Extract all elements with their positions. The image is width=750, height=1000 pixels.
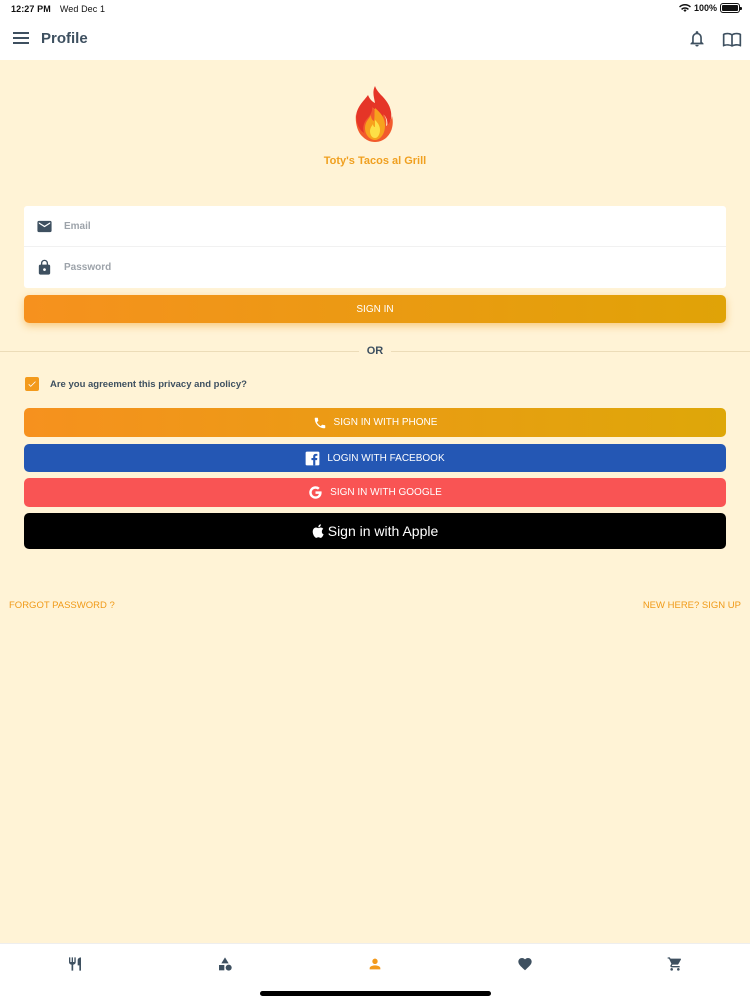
heart-icon[interactable] [517, 956, 533, 972]
status-bar: 12:27 PM Wed Dec 1 100% [0, 0, 750, 18]
home-indicator [260, 991, 491, 996]
mail-icon [37, 220, 52, 233]
agreement-checkbox[interactable] [25, 377, 39, 391]
forgot-password-link[interactable]: FORGOT PASSWORD ? [9, 600, 115, 611]
profile-content: Toty's Tacos al Grill SIGN IN OR Are you… [0, 60, 750, 943]
page-title: Profile [41, 30, 88, 47]
battery-icon [720, 3, 742, 13]
login-facebook-label: LOGIN WITH FACEBOOK [327, 452, 445, 464]
status-time: 12:27 PM [11, 4, 51, 14]
agreement-label: Are you agreement this privacy and polic… [50, 378, 247, 390]
lock-icon [38, 259, 51, 275]
login-facebook-button[interactable]: LOGIN WITH FACEBOOK [24, 444, 726, 472]
cart-icon[interactable] [667, 956, 683, 972]
wifi-icon [679, 4, 691, 12]
status-date: Wed Dec 1 [59, 4, 106, 14]
sign-in-apple-label: Sign in with Apple [327, 523, 439, 539]
or-divider: OR [0, 345, 750, 357]
sign-in-google-label: SIGN IN WITH GOOGLE [330, 487, 442, 498]
google-icon [309, 486, 322, 499]
sign-in-google-button[interactable]: SIGN IN WITH GOOGLE [24, 478, 726, 507]
sign-up-link[interactable]: NEW HERE? SIGN UP [643, 600, 741, 611]
brand-name: Toty's Tacos al Grill [323, 155, 427, 167]
agreement-row: Are you agreement this privacy and polic… [25, 376, 247, 392]
categories-icon[interactable] [217, 956, 233, 972]
password-field [24, 247, 726, 288]
status-indicators: 100% [679, 3, 742, 13]
sign-in-apple-button[interactable]: Sign in with Apple [24, 513, 726, 549]
battery-percent: 100% [693, 3, 717, 13]
apple-icon [312, 524, 324, 538]
email-input[interactable] [64, 206, 704, 247]
check-icon [28, 381, 36, 387]
book-icon[interactable] [722, 29, 742, 49]
facebook-icon [306, 451, 320, 465]
utensils-icon[interactable] [67, 956, 83, 972]
bell-icon[interactable] [688, 29, 706, 49]
status-datetime: 12:27 PM Wed Dec 1 [11, 4, 105, 14]
sign-in-phone-label: SIGN IN WITH PHONE [333, 417, 438, 428]
password-input[interactable] [64, 247, 704, 288]
profile-icon[interactable] [367, 956, 383, 972]
email-field [24, 206, 726, 247]
bottom-nav [0, 943, 750, 1000]
sign-in-label: SIGN IN [356, 303, 394, 315]
or-label: OR [358, 345, 392, 357]
sign-in-button[interactable]: SIGN IN [24, 295, 726, 323]
app-bar: Profile [0, 18, 750, 60]
menu-icon[interactable] [13, 31, 29, 45]
fire-logo [355, 86, 393, 142]
sign-in-phone-button[interactable]: SIGN IN WITH PHONE [24, 408, 726, 437]
phone-icon [314, 417, 325, 428]
login-form [24, 206, 726, 288]
